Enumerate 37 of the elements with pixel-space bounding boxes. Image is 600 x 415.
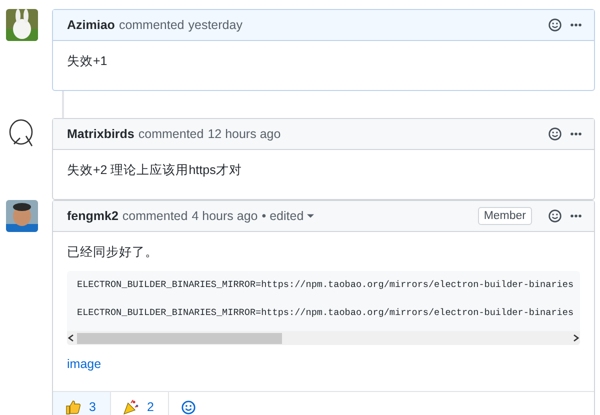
add-reaction-button[interactable] bbox=[548, 209, 562, 223]
add-reaction-button[interactable] bbox=[548, 127, 562, 141]
author-name[interactable]: fengmk2 bbox=[67, 209, 118, 223]
caret-icon bbox=[306, 214, 314, 218]
more-icon bbox=[570, 214, 582, 218]
comment-action: commented bbox=[138, 127, 204, 141]
comment-text: 失效+2 理论上应该用https才对 bbox=[67, 162, 243, 179]
smiley-icon bbox=[548, 127, 562, 141]
smiley-icon bbox=[548, 18, 562, 32]
more-icon bbox=[570, 132, 582, 136]
thumbs-up-icon bbox=[65, 399, 81, 415]
reaction-button[interactable]: 3 bbox=[53, 392, 111, 415]
add-reaction-button[interactable] bbox=[548, 18, 562, 32]
scroll-left-icon[interactable] bbox=[67, 334, 75, 342]
member-badge: Member bbox=[478, 207, 532, 225]
comment-time[interactable]: 12 hours ago bbox=[208, 127, 281, 141]
scroll-right-icon[interactable] bbox=[572, 334, 580, 342]
comment-time[interactable]: 4 hours ago bbox=[192, 209, 258, 223]
smiley-icon bbox=[180, 400, 196, 414]
smiley-icon bbox=[548, 209, 562, 223]
comment-text: 失效+1 bbox=[67, 53, 108, 70]
author-name[interactable]: Matrixbirds bbox=[67, 127, 134, 141]
comment-text: 已经同步好了。 bbox=[67, 244, 159, 261]
party-popper-icon bbox=[122, 399, 139, 415]
comment-action: commented bbox=[118, 18, 184, 32]
more-button[interactable] bbox=[570, 132, 582, 136]
code-line: ELECTRON_BUILDER_BINARIES_MIRROR=https://npm.taobao.org/mirrors/electron-builder-binaries bbox=[76, 306, 575, 320]
more-icon bbox=[570, 23, 582, 27]
code-line: ELECTRON_BUILDER_BINARIES_MIRROR=https://npm.taobao.org/mirrors/electron-builder-binaries bbox=[76, 278, 575, 292]
more-button[interactable] bbox=[570, 23, 582, 27]
comment-time[interactable]: yesterday bbox=[188, 18, 242, 32]
author-name[interactable]: Azimiao bbox=[67, 18, 115, 32]
edited-dropdown[interactable]: • edited bbox=[262, 209, 314, 223]
image-link[interactable]: image bbox=[67, 357, 102, 371]
comment-action: commented bbox=[122, 209, 188, 223]
horizontal-scrollbar[interactable] bbox=[67, 331, 580, 345]
more-button[interactable] bbox=[570, 214, 582, 218]
